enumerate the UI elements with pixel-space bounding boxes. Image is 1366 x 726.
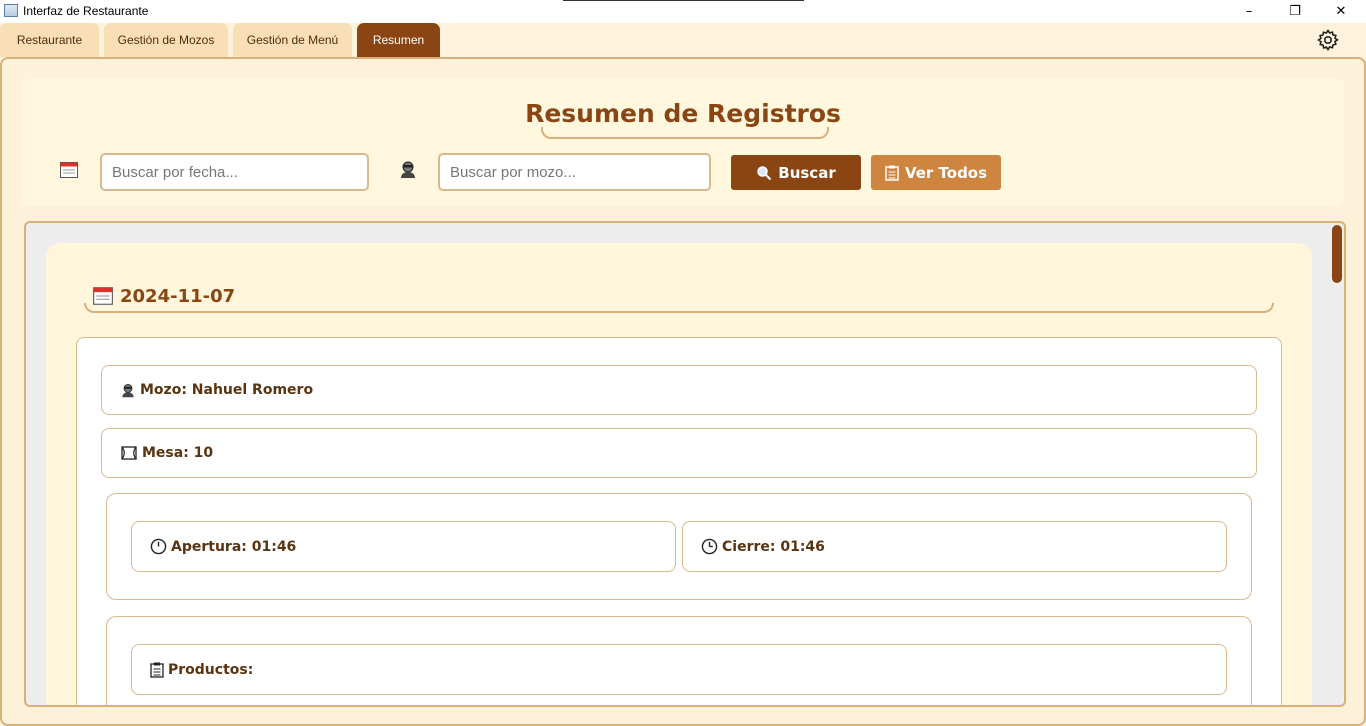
search-button[interactable]: Buscar	[731, 155, 861, 190]
waiter-label: Mozo: Nahuel Romero	[140, 382, 314, 398]
times-section: Apertura: 01:46 Cierre: 01:46	[106, 493, 1252, 600]
record-card: Mozo: Nahuel Romero Mesa: 10 Apertura: 0…	[76, 337, 1282, 705]
view-all-button[interactable]: Ver Todos	[871, 155, 1001, 190]
app-icon	[4, 4, 18, 17]
clock-icon	[701, 538, 718, 555]
products-label: Productos:	[168, 661, 254, 678]
clipboard-icon	[885, 165, 899, 181]
date-group-card: 2024-11-07 Mozo: Nahuel Romero Mesa: 10 …	[46, 243, 1312, 705]
products-row: Productos:	[131, 644, 1227, 695]
closing-time-row: Cierre: 01:46	[682, 521, 1227, 572]
minimize-button[interactable]: –	[1226, 0, 1272, 22]
records-scroll-area[interactable]: 2024-11-07 Mozo: Nahuel Romero Mesa: 10 …	[24, 221, 1346, 707]
table-row: Mesa: 10	[101, 428, 1257, 478]
tab-bar: Restaurante Gestión de Mozos Gestión de …	[0, 23, 1366, 58]
products-section: Productos:	[106, 616, 1252, 705]
search-header: Resumen de Registros Buscar por fecha...…	[22, 79, 1344, 206]
closing-time-label: Cierre: 01:46	[722, 538, 825, 555]
view-all-button-label: Ver Todos	[904, 163, 988, 182]
table-label: Mesa: 10	[142, 445, 214, 461]
tab-resumen[interactable]: Resumen	[357, 23, 440, 57]
title-underline	[541, 127, 829, 139]
waiter-icon	[401, 161, 415, 178]
gear-icon[interactable]	[1316, 28, 1340, 52]
maximize-button[interactable]: ❐	[1272, 0, 1318, 22]
tab-gestion-mozos[interactable]: Gestión de Mozos	[104, 23, 228, 57]
waiter-icon	[122, 384, 134, 398]
waiter-search-input[interactable]	[438, 153, 711, 191]
resumen-panel: Resumen de Registros Buscar por fecha...…	[0, 57, 1366, 726]
table-icon	[121, 446, 137, 460]
scrollbar-thumb[interactable]	[1332, 225, 1342, 283]
clock-icon	[150, 538, 167, 555]
window-title: Interfaz de Restaurante	[23, 4, 149, 18]
magnifier-icon	[757, 165, 772, 180]
tab-restaurante[interactable]: Restaurante	[0, 23, 99, 57]
date-underline	[84, 303, 1274, 313]
close-button[interactable]: ✕	[1318, 0, 1364, 22]
clipboard-icon	[150, 662, 164, 678]
tab-gestion-menu[interactable]: Gestión de Menú	[233, 23, 352, 57]
window-titlebar: Interfaz de Restaurante – ❐ ✕	[0, 0, 1366, 23]
screen-edge-line	[563, 0, 804, 1]
date-search-input[interactable]	[100, 153, 369, 191]
opening-time-label: Apertura: 01:46	[171, 538, 297, 555]
calendar-icon	[60, 162, 78, 178]
page-title: Resumen de Registros	[525, 99, 841, 128]
waiter-row: Mozo: Nahuel Romero	[101, 365, 1257, 415]
search-button-label: Buscar	[778, 163, 836, 182]
opening-time-row: Apertura: 01:46	[131, 521, 676, 572]
